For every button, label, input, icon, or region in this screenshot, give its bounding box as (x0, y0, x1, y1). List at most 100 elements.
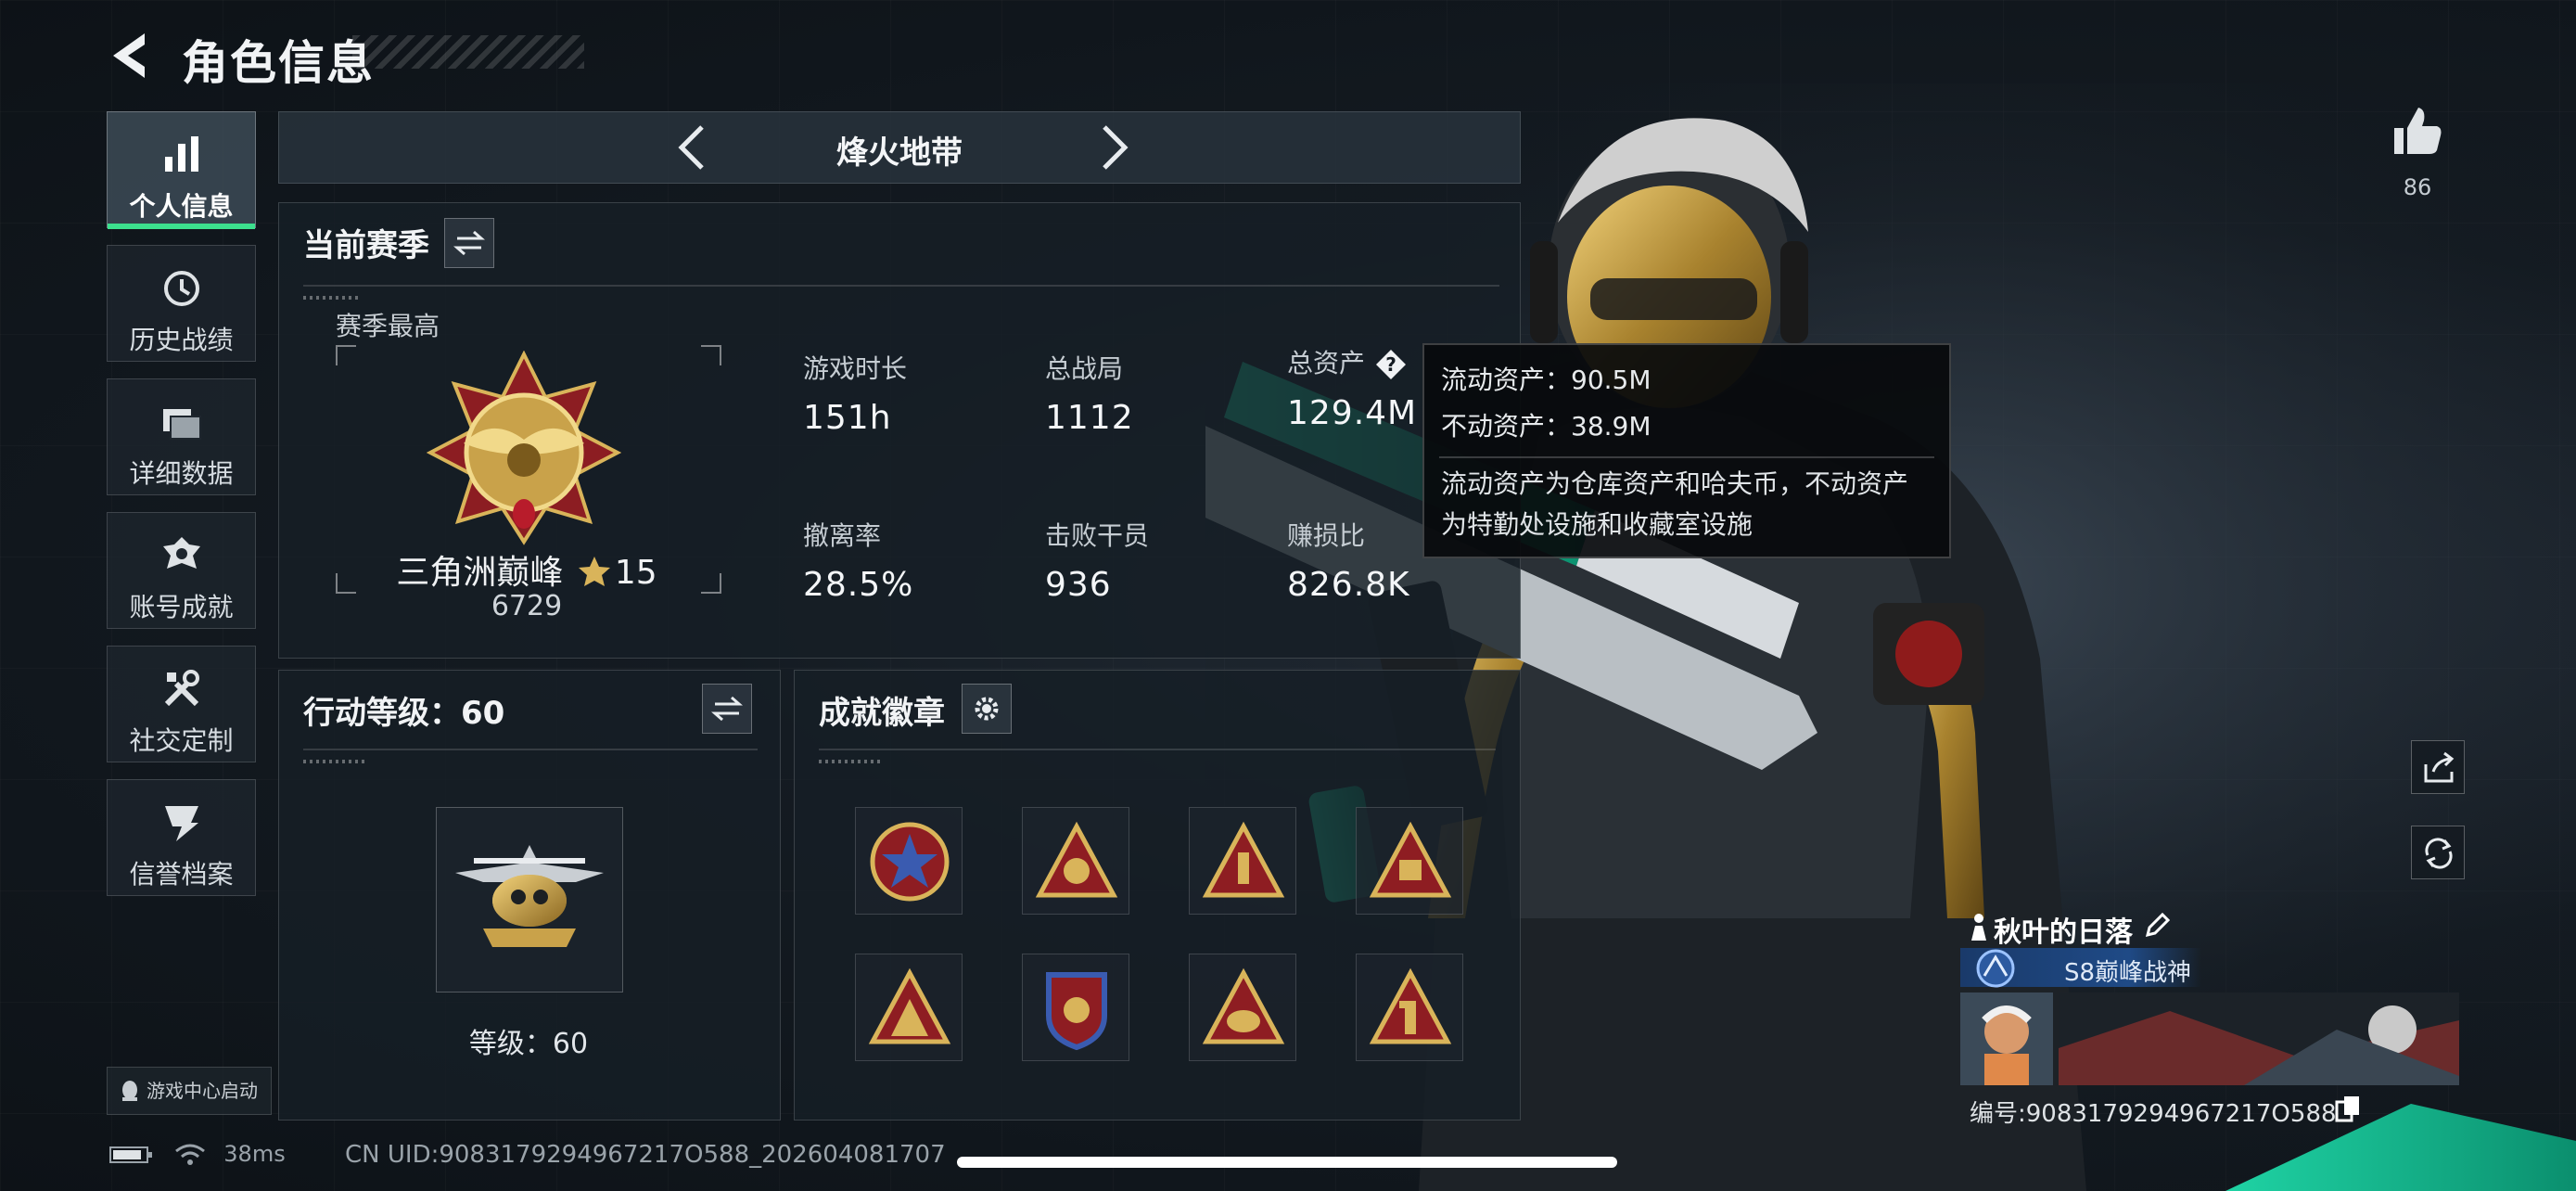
sidebar-item-label: 历史战绩 (129, 325, 234, 355)
sidebar-item-label: 信誉档案 (129, 859, 234, 890)
rank-name-text: 三角洲巅峰 (396, 554, 564, 592)
rank-name: 三角洲巅峰 15 (334, 545, 720, 594)
badge-triangle-icon (1369, 821, 1452, 898)
badge-slot[interactable] (1022, 954, 1129, 1061)
helicopter-emblem-icon (455, 845, 604, 947)
share-button[interactable] (2411, 740, 2465, 794)
reputation-shield-icon (164, 806, 198, 841)
uid-line: CN UID:9083179294967217O588_202604081707 (345, 1141, 946, 1169)
season-best-label: 赛季最高 (336, 311, 440, 341)
swap-icon (711, 696, 743, 722)
folder-data-icon (162, 409, 201, 440)
action-level-heading: 行动等级：60 (303, 695, 505, 732)
battery-icon (109, 1146, 152, 1163)
tooltip-liquid-assets: 流动资产：90.5M (1441, 365, 1651, 395)
badge-slot[interactable] (1189, 807, 1296, 915)
tooltip-fixed-assets: 不动资产：38.9M (1441, 411, 1651, 442)
refresh-icon (2425, 838, 2453, 869)
divider (303, 285, 1499, 287)
sidebar-item-label: 详细数据 (129, 458, 234, 489)
bar-chart-icon (164, 136, 198, 172)
rank-points: 6729 (491, 590, 563, 622)
badge-triangle-icon (1202, 821, 1285, 898)
season-switch-button[interactable] (444, 218, 494, 268)
sidebar-item-social[interactable]: 社交定制 (107, 646, 256, 762)
badge-settings-button[interactable] (962, 684, 1012, 734)
stat-extract-rate: 撤离率 28.5% (803, 520, 914, 604)
thumbs-up-icon[interactable] (2391, 104, 2444, 158)
mode-selector: 烽火地带 (278, 111, 1521, 184)
copy-icon[interactable] (2335, 1095, 2361, 1122)
title-decoration (352, 35, 584, 69)
ping-text: 38ms (223, 1141, 286, 1167)
sidebar-item-reputation[interactable]: 信誉档案 (107, 779, 256, 896)
player-name: 秋叶的日落 (1994, 916, 2133, 949)
swap-icon (453, 230, 485, 256)
like-count: 86 (2403, 174, 2432, 200)
assets-tooltip: 流动资产：90.5M 不动资产：38.9M 流动资产为仓库资产和哈夫币，不动资产… (1422, 343, 1951, 558)
badge-triangle-icon (1369, 967, 1452, 1044)
rank-stars: 15 (614, 554, 657, 592)
player-avatar[interactable] (1960, 992, 2053, 1085)
rank-emblem-icon (427, 351, 621, 545)
divider (303, 749, 758, 750)
badges-heading: 成就徽章 (819, 695, 945, 732)
sidebar-item-history[interactable]: 历史战绩 (107, 245, 256, 362)
divider-dashes (819, 760, 884, 763)
badge-slot[interactable] (1356, 807, 1463, 915)
star-icon (578, 557, 610, 586)
history-clock-icon (163, 271, 199, 306)
help-icon[interactable]: ? (1374, 348, 1408, 381)
tooltip-description: 流动资产为仓库资产和哈夫币，不动资产为特勤处设施和收藏室设施 (1441, 468, 1909, 540)
edit-pencil-icon[interactable] (2144, 911, 2172, 939)
badge-slot[interactable] (855, 954, 963, 1061)
level-emblem-frame (436, 807, 623, 992)
badge-slot[interactable] (855, 807, 963, 915)
badge-slot[interactable] (1189, 954, 1296, 1061)
player-card: 秋叶的日落 S8巅峰战神 编号:9083179294967217O588 (1960, 900, 2461, 1132)
badge-shield-icon (1046, 972, 1107, 1051)
tooltip-divider (1439, 456, 1934, 458)
title-emblem-icon (1976, 949, 2015, 988)
badge-star-icon (870, 822, 950, 902)
next-mode-arrow-icon[interactable] (1086, 122, 1138, 173)
badge-triangle-icon (1202, 967, 1285, 1044)
player-figure-icon (1971, 914, 1986, 941)
sidebar-item-label: 账号成就 (129, 592, 234, 622)
refresh-button[interactable] (2411, 826, 2465, 879)
status-bar: 38ms (109, 1141, 286, 1167)
divider (819, 749, 1496, 750)
wifi-icon (174, 1144, 205, 1165)
player-banner (2059, 992, 2459, 1085)
sidebar-item-detail-data[interactable]: 详细数据 (107, 378, 256, 495)
divider-dashes (303, 760, 368, 763)
stat-kills: 击败干员 936 (1045, 520, 1150, 604)
achievement-medal-icon (162, 537, 200, 569)
sidebar-item-achievements[interactable]: 账号成就 (107, 512, 256, 629)
svg-text:?: ? (1385, 353, 1396, 376)
stat-play-time: 游戏时长 151h (803, 353, 908, 437)
season-heading: 当前赛季 (303, 227, 429, 264)
share-icon (2424, 751, 2455, 783)
mode-title: 烽火地带 (836, 134, 963, 172)
sidebar-item-label: 社交定制 (129, 725, 234, 756)
tools-icon (164, 670, 199, 707)
gear-icon (975, 697, 999, 721)
page-title: 角色信息 (182, 36, 375, 90)
badge-triangle-icon (1035, 821, 1118, 898)
badge-triangle-icon (868, 967, 951, 1044)
sidebar-item-personal-info[interactable]: 个人信息 (107, 111, 256, 229)
action-level-switch-button[interactable] (702, 684, 752, 734)
launch-label: 游戏中心启动 (147, 1080, 258, 1102)
stat-total-matches: 总战局 1112 (1045, 353, 1134, 437)
badge-slot[interactable] (1356, 954, 1463, 1061)
qq-penguin-icon (122, 1081, 137, 1101)
level-text: 等级：60 (468, 1028, 589, 1060)
badge-slot[interactable] (1022, 807, 1129, 915)
divider-dashes (303, 296, 359, 300)
player-id: 编号:9083179294967217O588 (1970, 1100, 2337, 1128)
game-center-launch-badge: 游戏中心启动 (107, 1067, 272, 1115)
sidebar-item-label: 个人信息 (129, 191, 234, 222)
back-arrow-icon[interactable] (104, 28, 159, 83)
home-indicator[interactable] (957, 1157, 1617, 1168)
